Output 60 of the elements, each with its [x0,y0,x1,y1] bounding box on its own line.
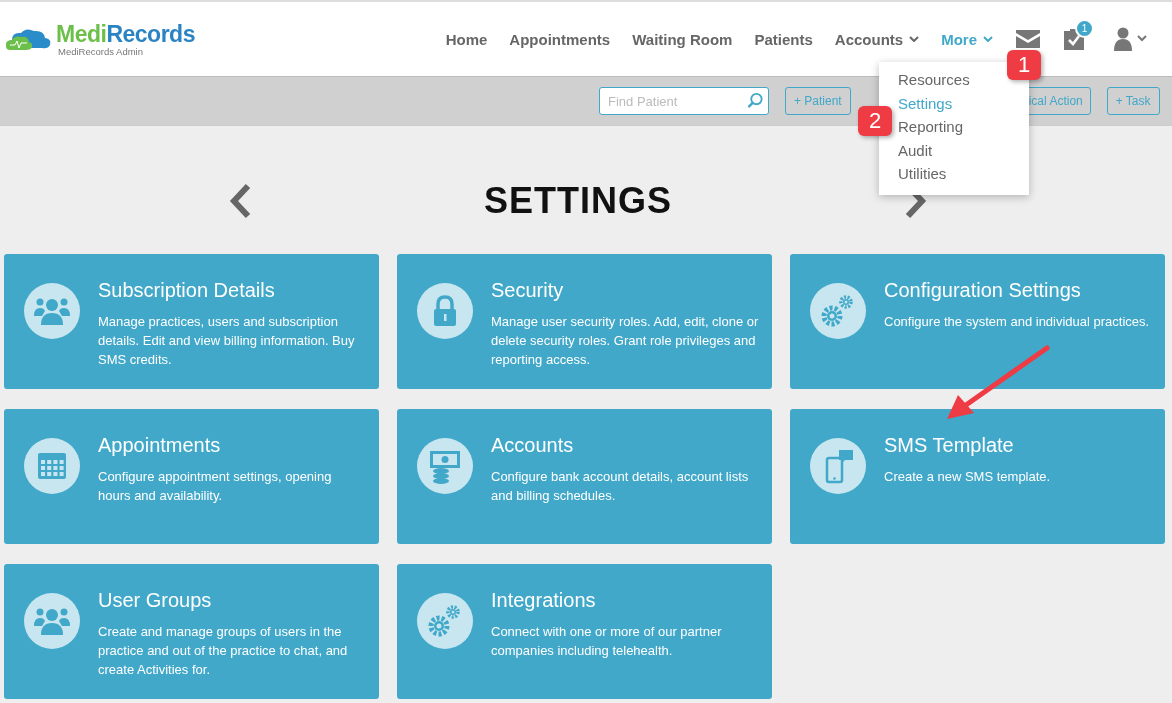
brand-subtitle: MediRecords Admin [58,45,144,57]
menu-item[interactable]: Audit [898,138,933,162]
calendar-icon [24,438,80,494]
card-description: Create a new SMS template. [884,468,1051,486]
card-description: Create and manage groups of users in the practice and out of the practice to chat, and create Activities for. [98,623,349,679]
card-description: Manage practices, users and subscription details. Edit and view billing information. Buy SMS credits. [98,313,356,369]
padlock-icon [417,283,473,339]
menu-item[interactable]: Utilities [898,162,947,186]
settings-card[interactable]: Configuration Settings Configure the system and individual practices. [790,254,1165,389]
menu-item[interactable]: Settings [898,91,953,115]
settings-card[interactable]: Appointments Configure appointment settings, opening hours and availability. [4,409,379,544]
nav-item[interactable]: Patients [743,30,824,48]
brand-name: MediRecords [56,21,195,46]
nav-item[interactable]: Waiting Room [621,30,744,48]
page-title: SETTINGS [483,180,673,222]
card-title: Configuration Settings [884,279,1082,302]
settings-card[interactable]: Integrations Connect with one or more of our partner companies including telehealth. [397,564,772,699]
settings-card[interactable]: Security Manage user security roles. Add, edit, clone or delete security roles. Grant role privileges and reporting access. [397,254,772,389]
caret-icon[interactable] [983,36,993,42]
nav-item[interactable]: Home [434,30,499,48]
toolbar-button[interactable]: + Task [1106,87,1160,115]
card-description: Configure bank account details, account lists and billing schedules. [491,468,750,505]
gears-icon [810,283,866,339]
step-marker: 1 [1007,50,1041,80]
toolbar-button[interactable]: + Patient [785,87,851,115]
card-title: User Groups [98,589,213,612]
search-field[interactable]: Find Patient [599,87,769,115]
menu-item[interactable]: Reporting [898,115,964,139]
user-menu-icon[interactable] [1114,27,1148,51]
mail-icon[interactable] [1016,30,1040,48]
card-title: Appointments [98,434,222,457]
clipboard-check-icon[interactable] [1064,28,1084,50]
card-title: Accounts [491,434,575,457]
settings-card[interactable]: SMS Template Create a new SMS template. [790,409,1165,544]
chevron-left-icon[interactable] [228,183,252,219]
card-title: Integrations [491,589,597,612]
gears-icon [417,593,473,649]
card-title: Security [491,279,565,302]
card-description: Connect with one or more of our partner companies including telehealth. [491,623,723,660]
phone-chat-icon [810,438,866,494]
nav-item[interactable]: More [930,30,1004,48]
settings-card[interactable]: Subscription Details Manage practices, users and subscription details. Edit and view billing information. Buy SMS credits. [4,254,379,389]
card-description: Manage user security roles. Add, edit, clone or delete security roles. Grant role privileges and reporting access. [491,313,759,369]
settings-card[interactable]: User Groups Create and manage groups of users in the practice and out of the practice to chat, and create Activities for. [4,564,379,699]
cloud-logo-icon [4,26,52,52]
search-icon[interactable] [747,92,764,109]
step-marker: 2 [858,106,892,136]
nav-item[interactable]: Appointments [498,30,622,48]
card-title: Subscription Details [98,279,276,302]
notification-badge: 1 [1075,19,1094,38]
people-icon [24,283,80,339]
card-description: Configure appointment settings, opening hours and availability. [98,468,333,505]
nav-item[interactable]: Accounts [823,30,931,48]
people-icon [24,593,80,649]
settings-card[interactable]: Accounts Configure bank account details, account lists and billing schedules. [397,409,772,544]
card-description: Configure the system and individual practices. [884,313,1150,331]
caret-icon[interactable] [909,36,920,42]
cash-coins-icon [417,438,473,494]
menu-item[interactable]: Resources [898,68,970,92]
card-title: SMS Template [884,434,1015,457]
